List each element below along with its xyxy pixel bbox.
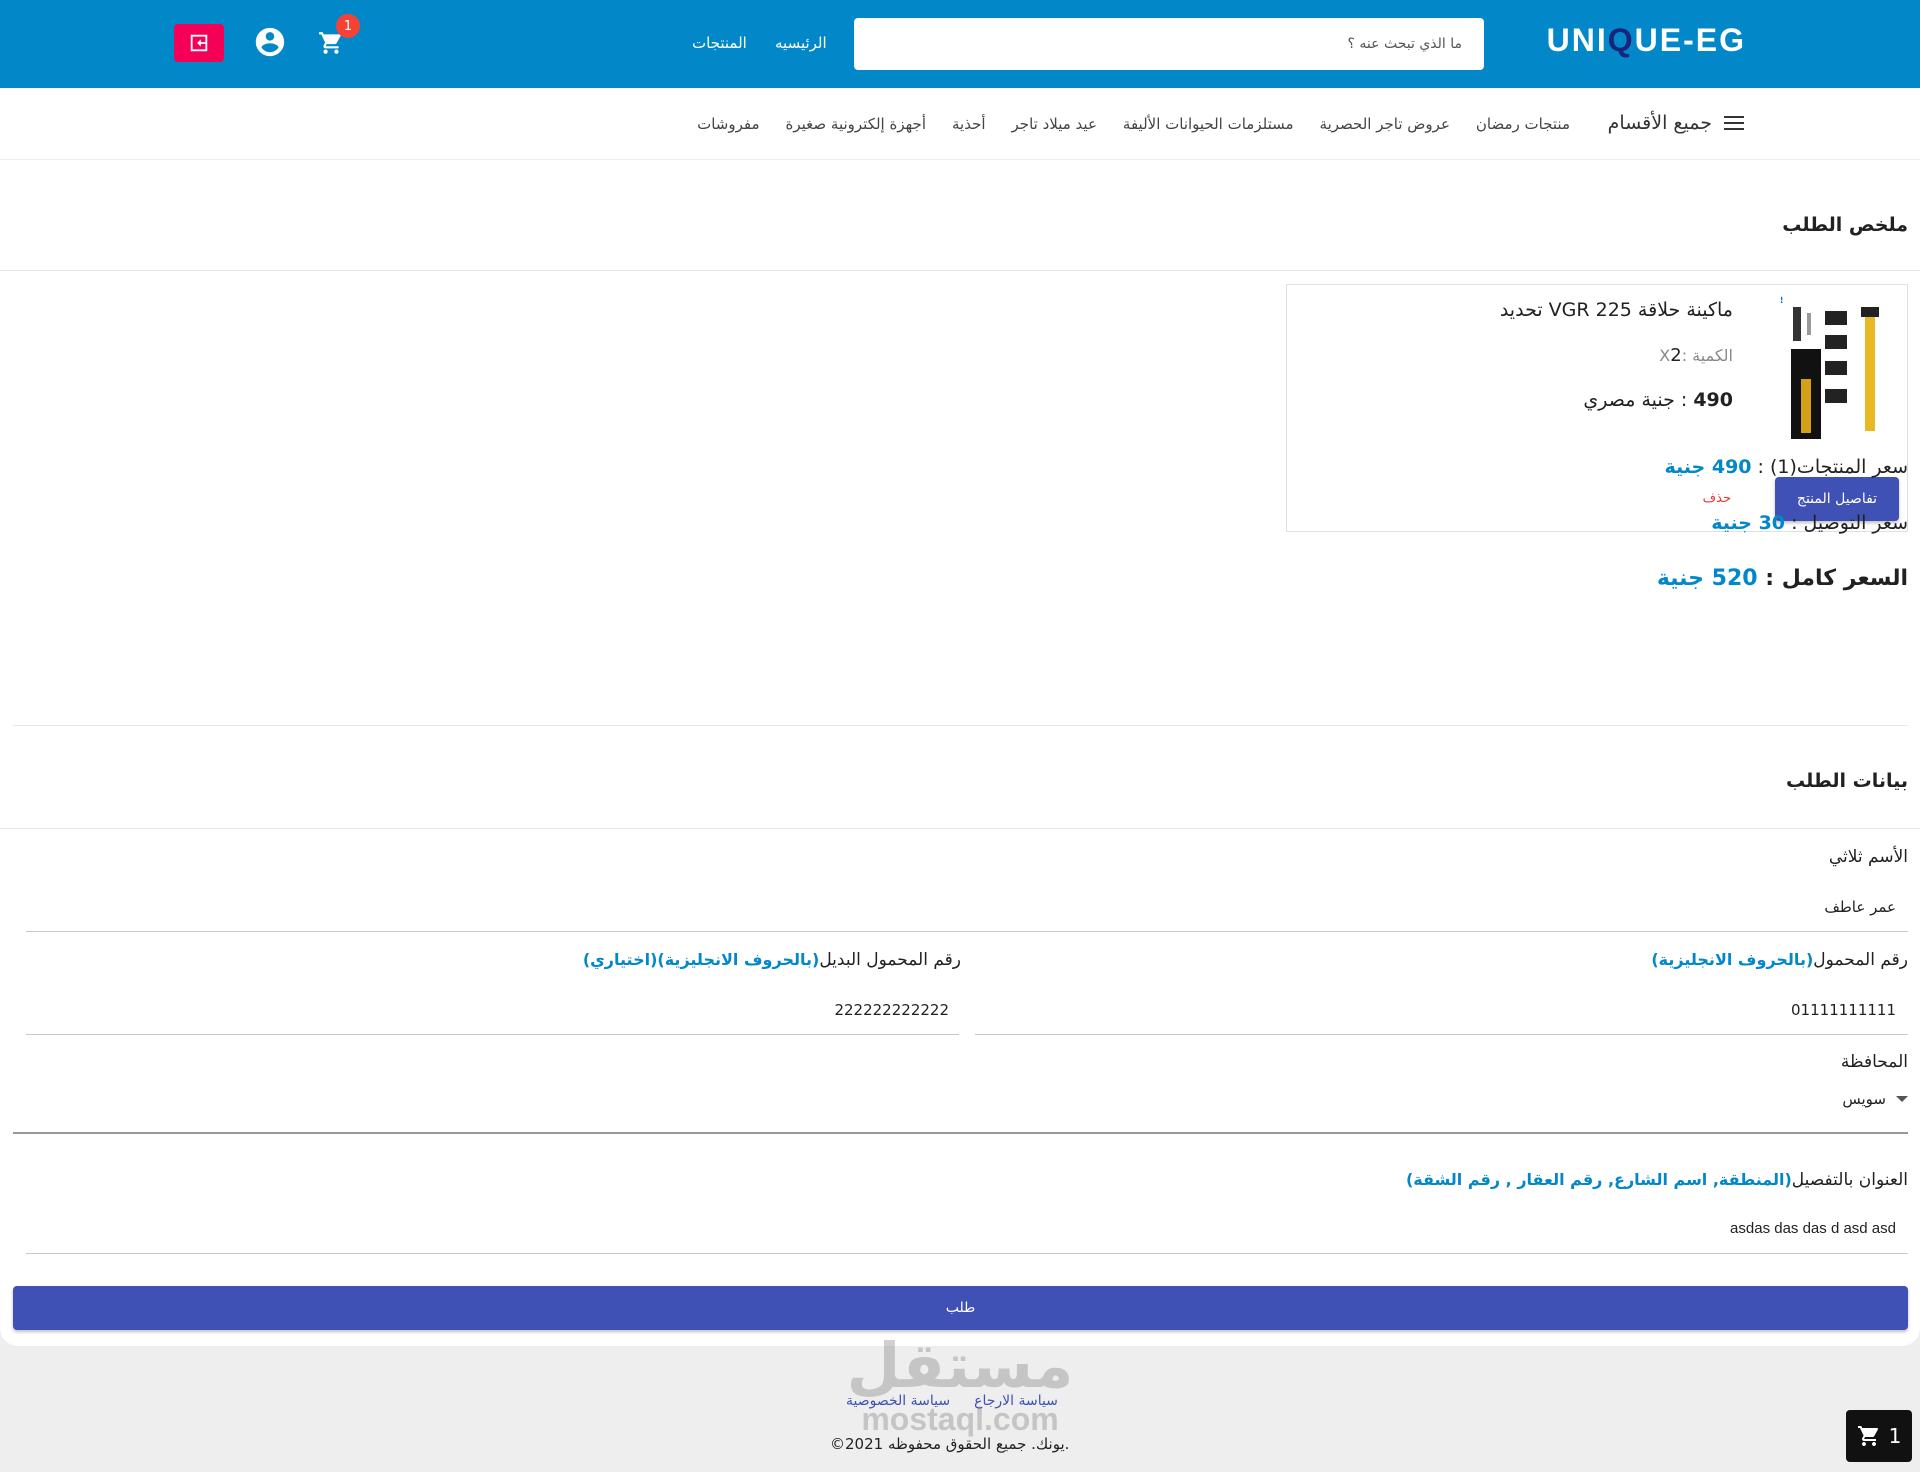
category-link[interactable]: عروض تاجر الحصرية	[1320, 115, 1450, 133]
privacy-policy-link[interactable]: سياسة الخصوصية	[846, 1393, 950, 1409]
logo-text-accent: Q	[1607, 22, 1635, 58]
governorate-select[interactable]: سويس	[1842, 1090, 1908, 1108]
full-name-input[interactable]	[1496, 898, 1896, 916]
input-underline	[975, 1034, 1908, 1035]
place-order-button[interactable]: طلب	[13, 1286, 1908, 1330]
phone-input[interactable]	[1496, 1001, 1896, 1019]
quantity-value: 2	[1670, 345, 1682, 366]
all-categories-button[interactable]: جميع الأقسام	[1608, 112, 1744, 134]
input-underline	[26, 1253, 1908, 1254]
logo-text-prefix: UNI	[1546, 22, 1608, 58]
dropdown-arrow-icon	[1896, 1096, 1908, 1102]
alt-phone-label-text: رقم المحمول البديل	[819, 950, 961, 970]
floating-cart-count: 1	[1888, 1424, 1902, 1448]
category-links: منتجات رمضان عروض تاجر الحصرية مستلزمات …	[697, 115, 1570, 133]
category-link[interactable]: مستلزمات الحيوانات الأليفة	[1123, 115, 1294, 133]
product-quantity: الكمية :X2	[1659, 345, 1733, 366]
logo-text-suffix: UE-EG	[1634, 22, 1746, 58]
cart-product-card: VGR ماكينة حلاقة VGR 225 تحديد الكمية :X…	[1286, 284, 1908, 532]
account-circle-icon	[255, 27, 285, 57]
address-label-text: العنوان بالتفصيل	[1791, 1170, 1908, 1190]
logout-icon	[190, 34, 208, 52]
delete-product-link[interactable]: حذف	[1703, 491, 1731, 506]
total-price-value: 520 جنية	[1656, 566, 1758, 591]
product-image: VGR	[1781, 293, 1891, 443]
input-underline	[26, 1034, 959, 1035]
category-link[interactable]: أحذية	[952, 115, 986, 133]
address-hint: (المنطقة, اسم الشارع, رقم العقار , رقم ا…	[1405, 1170, 1792, 1189]
search-input[interactable]	[876, 36, 1462, 52]
alt-phone-label: رقم المحمول البديل(بالحروف الانجليزية)(ا…	[583, 950, 961, 970]
return-policy-link[interactable]: سياسة الارجاع	[974, 1393, 1058, 1409]
category-link[interactable]: منتجات رمضان	[1476, 115, 1570, 133]
delivery-price-line: سعر التوصيل : 30 جنية	[1711, 512, 1908, 534]
shopping-cart-icon	[1857, 1426, 1878, 1446]
logout-button[interactable]	[174, 24, 224, 62]
category-link[interactable]: عيد ميلاد تاجر	[1012, 115, 1097, 133]
nav-products-link[interactable]: المنتجات	[692, 34, 747, 52]
category-bar: جميع الأقسام منتجات رمضان عروض تاجر الحص…	[0, 88, 1920, 160]
input-underline	[26, 931, 1908, 932]
delivery-price-label: سعر التوصيل :	[1785, 512, 1908, 534]
phone-label: رقم المحمول(بالحروف الانجليزية)	[1651, 950, 1908, 970]
copyright-text: .يونك. جميع الحقوق محفوظه 2021©	[830, 1435, 1070, 1453]
site-logo[interactable]: UNIQUE-EG	[1547, 22, 1746, 59]
products-price-value: 490 جنية	[1664, 456, 1752, 478]
checkout-card: ملخص الطلب VGR ماكينة حلاقة VGR 225 تحدي…	[0, 160, 1920, 1346]
order-data-title: بيانات الطلب	[1785, 770, 1908, 792]
search-box[interactable]	[854, 18, 1484, 70]
governorate-label: المحافظة	[1840, 1052, 1908, 1072]
category-link[interactable]: مفروشات	[697, 115, 759, 133]
governorate-value: سويس	[1842, 1090, 1886, 1108]
product-name: ماكينة حلاقة VGR 225 تحديد	[1499, 299, 1733, 321]
checkout-page: UNIQUE-EG الرئيسيه المنتجات 1 جميع الأقس…	[0, 0, 1920, 1472]
order-summary-title: ملخص الطلب	[1782, 214, 1908, 236]
address-input[interactable]	[1296, 1220, 1896, 1237]
price-value: 490	[1693, 389, 1733, 411]
select-underline	[13, 1132, 1908, 1134]
delivery-price-value: 30 جنية	[1711, 512, 1786, 534]
all-categories-label: جميع الأقسام	[1607, 112, 1712, 134]
total-price-label: السعر كامل :	[1757, 566, 1908, 591]
top-app-bar: UNIQUE-EG الرئيسيه المنتجات 1	[0, 0, 1920, 88]
products-price-line: سعر المنتجات(1) : 490 جنية	[1665, 456, 1909, 478]
nav-home-link[interactable]: الرئيسيه	[775, 34, 827, 52]
price-currency: : جنية مصري	[1583, 389, 1688, 411]
phone-label-text: رقم المحمول	[1813, 950, 1908, 970]
alt-phone-input[interactable]	[549, 1001, 949, 1019]
alt-phone-hint: (بالحروف الانجليزية)(اختياري)	[582, 950, 820, 969]
watermark-arabic: مستقل	[846, 1329, 1074, 1402]
account-button[interactable]	[252, 24, 288, 60]
divider	[13, 725, 1908, 726]
address-label: العنوان بالتفصيل(المنطقة, اسم الشارع, رق…	[1406, 1170, 1908, 1190]
divider	[0, 828, 1920, 829]
products-price-label: سعر المنتجات(1) :	[1751, 456, 1908, 478]
phone-hint: (بالحروف الانجليزية)	[1651, 950, 1814, 969]
divider	[0, 270, 1920, 271]
category-link[interactable]: أجهزة إلكترونية صغيرة	[786, 115, 926, 133]
total-price-line: السعر كامل : 520 جنية	[1657, 566, 1908, 591]
watermark: مستقل mostaql.com	[842, 1330, 1078, 1440]
cart-count-badge: 1	[336, 14, 360, 38]
footer-links: سياسة الارجاع سياسة الخصوصية	[846, 1393, 1058, 1409]
product-price: 490 : جنية مصري	[1583, 389, 1733, 411]
floating-cart-button[interactable]: 1	[1846, 1410, 1912, 1462]
menu-icon	[1724, 116, 1744, 130]
full-name-label: الأسم ثلاثي	[1828, 847, 1908, 867]
